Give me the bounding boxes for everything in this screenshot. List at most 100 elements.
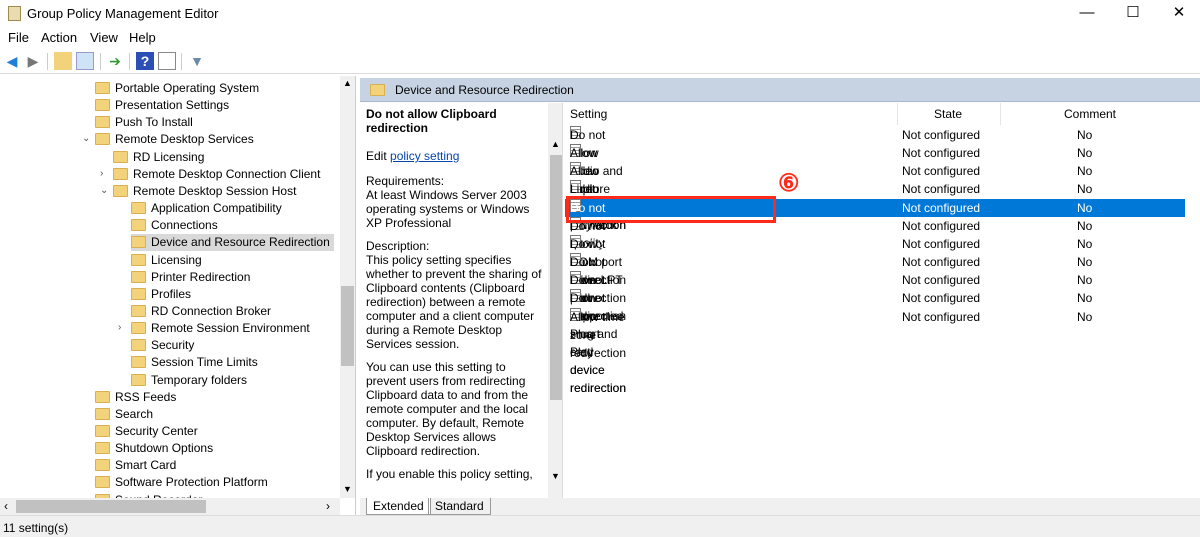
tree-item[interactable]: Remote Desktop Connection Client: [113, 166, 324, 183]
tree-pane: Portable Operating System Presentation Se…: [0, 76, 356, 515]
tree-item[interactable]: Shutdown Options: [95, 440, 217, 457]
maximize-button[interactable]: ☐: [1110, 0, 1156, 28]
folder-icon: [95, 442, 110, 455]
tree-item-label: Licensing: [151, 252, 202, 267]
setting-state: Not configured: [902, 255, 981, 270]
folder-icon: [95, 82, 110, 94]
tree-item[interactable]: Temporary folders: [131, 372, 251, 389]
show-hide-action-pane-icon[interactable]: [158, 52, 176, 70]
collapse-arrow-icon[interactable]: ⌄: [100, 185, 108, 196]
column-header-setting[interactable]: Setting: [570, 107, 607, 121]
tree-item[interactable]: Session Time Limits: [131, 354, 262, 371]
title-bar: Group Policy Management Editor — ☐ ✕: [0, 0, 1200, 28]
tree-item-label: Smart Card: [115, 458, 177, 473]
tree-item-label: Printer Redirection: [151, 269, 251, 284]
edit-policy-setting-link[interactable]: policy setting: [390, 149, 459, 163]
tree-item[interactable]: Printer Redirection: [131, 269, 254, 286]
tree-item-label: Session Time Limits: [151, 355, 258, 370]
tree-item[interactable]: Remote Session Environment: [131, 320, 314, 337]
setting-name: Allow time zone redirection: [570, 309, 627, 360]
tree-item[interactable]: Security Center: [95, 423, 202, 440]
tree-item[interactable]: Security: [131, 337, 198, 354]
tree-item[interactable]: Connections: [131, 217, 222, 234]
column-header-state[interactable]: State: [934, 107, 962, 121]
scroll-thumb[interactable]: [16, 500, 206, 513]
step-annotation: ⑥: [778, 170, 800, 197]
setting-row[interactable]: Do not allow supported Plug and Play dev…: [565, 271, 1185, 395]
folder-icon: [131, 219, 146, 232]
collapse-arrow-icon[interactable]: ⌄: [82, 133, 90, 144]
folder-icon: [95, 407, 110, 420]
tree-item[interactable]: RD Connection Broker: [131, 303, 275, 320]
close-button[interactable]: ✕: [1156, 0, 1200, 28]
tab-standard[interactable]: Standard: [428, 498, 491, 515]
setting-state: Not configured: [902, 182, 981, 197]
filter-icon[interactable]: ▼: [188, 52, 206, 70]
tab-extended[interactable]: Extended: [366, 498, 431, 515]
setting-comment: No: [1077, 291, 1093, 306]
folder-icon: [95, 133, 110, 146]
setting-row[interactable]: Do not allow smart card device redirecti…: [565, 289, 1185, 395]
back-icon[interactable]: ◀: [3, 52, 21, 70]
setting-state: Not configured: [902, 291, 981, 306]
forward-icon[interactable]: ▶: [24, 52, 42, 70]
folder-icon: [131, 236, 146, 249]
tree-item[interactable]: Remote Desktop Services: [95, 131, 258, 148]
tree-item-label: Remote Desktop Connection Client: [133, 166, 321, 181]
tree-item-label: Temporary folders: [151, 372, 248, 387]
tree-vertical-scrollbar[interactable]: ▲ ▼: [340, 76, 355, 498]
expand-arrow-icon[interactable]: ›: [118, 322, 121, 333]
tree-item[interactable]: Search: [95, 406, 157, 423]
description-text: Description: This policy setting specifi…: [366, 239, 542, 351]
tree-item[interactable]: Device and Resource Redirection: [131, 234, 334, 252]
tree-item[interactable]: RSS Feeds: [95, 389, 180, 406]
setting-comment: No: [1077, 309, 1093, 324]
tree-item-label: Application Compatibility: [151, 201, 282, 216]
tree-item-label: Presentation Settings: [115, 98, 230, 113]
up-folder-icon[interactable]: [54, 52, 72, 70]
setting-row[interactable]: Do not allow LPT port redirectionNot con…: [565, 253, 1185, 323]
setting-comment: No: [1077, 255, 1093, 270]
help-icon[interactable]: ?: [136, 52, 154, 70]
menu-action[interactable]: Action: [41, 30, 77, 45]
description-paragraph-3: If you enable this policy setting,: [366, 467, 533, 481]
export-list-icon[interactable]: ➔: [106, 52, 124, 70]
tree-item[interactable]: Software Protection Platform: [95, 474, 272, 491]
tree-item[interactable]: Profiles: [131, 286, 195, 303]
menu-view[interactable]: View: [90, 30, 118, 45]
tree-item[interactable]: Presentation Settings: [95, 97, 233, 114]
description-scrollbar[interactable]: ▲ ▼: [548, 103, 562, 498]
setting-comment: No: [1077, 218, 1093, 233]
setting-row[interactable]: Allow audio and video playback redirecti…: [565, 144, 1185, 232]
folder-icon: [113, 150, 128, 163]
show-hide-tree-icon[interactable]: [76, 52, 94, 70]
tree-item-label: Security: [151, 338, 195, 353]
tree-item[interactable]: Remote Desktop Session Host: [113, 183, 300, 200]
expand-arrow-icon[interactable]: ›: [100, 168, 103, 179]
tree-item[interactable]: Application Compatibility: [131, 200, 286, 217]
setting-comment: No: [1077, 164, 1093, 179]
tree-item[interactable]: Push To Install: [95, 114, 197, 131]
tree-item[interactable]: RD Licensing: [113, 149, 208, 166]
column-header-comment[interactable]: Comment: [1064, 107, 1116, 121]
tree-item[interactable]: Portable Operating System: [95, 80, 263, 97]
setting-row[interactable]: Do not allow drive redirection Not config…: [565, 234, 1185, 305]
menu-help[interactable]: Help: [129, 30, 156, 45]
setting-row[interactable]: Allow audio recording redirectionNot con…: [565, 162, 1185, 232]
tree-item[interactable]: Smart Card: [95, 457, 180, 474]
scroll-thumb[interactable]: [341, 286, 354, 366]
scroll-thumb[interactable]: [550, 155, 562, 400]
setting-state: Not configured: [902, 128, 981, 142]
menu-file[interactable]: File: [8, 30, 29, 45]
folder-icon: [95, 425, 110, 437]
setting-state: Not configured: [902, 164, 981, 179]
setting-row[interactable]: Allow time zone redirection Not configure…: [565, 307, 1185, 360]
toolbar: ◀ ▶ ➔ ? ▼: [0, 48, 1200, 74]
setting-row[interactable]: Do not allow video capture redirectionNo…: [565, 126, 1185, 214]
folder-icon: [95, 390, 110, 403]
tree-item[interactable]: Licensing: [131, 252, 206, 269]
folder-icon: [131, 202, 146, 215]
minimize-button[interactable]: —: [1064, 0, 1110, 28]
tree-horizontal-scrollbar[interactable]: ‹ ›: [0, 498, 340, 515]
folder-icon: [95, 99, 110, 112]
